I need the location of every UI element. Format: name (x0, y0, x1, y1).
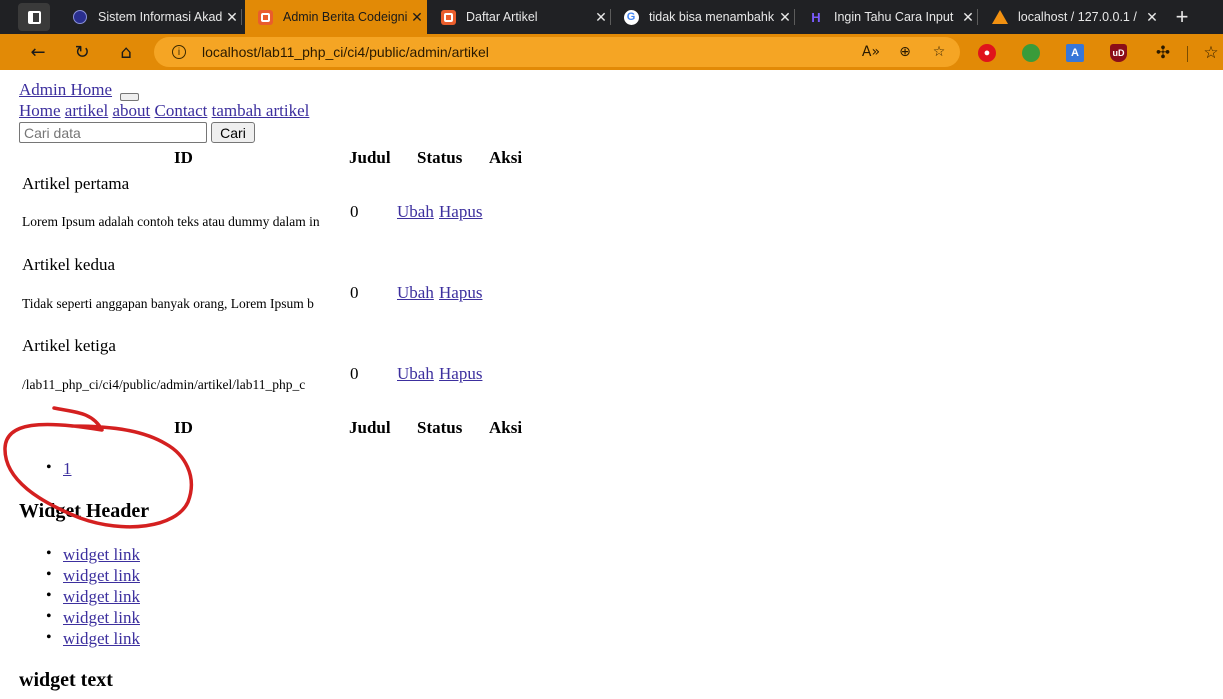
nav-artikel[interactable]: artikel (65, 101, 108, 120)
nav-contact[interactable]: Contact (155, 101, 208, 120)
browser-toolbar: ← ↻ ⌂ i localhost/lab11_php_ci/ci4/publi… (0, 34, 1223, 70)
close-icon[interactable]: ✕ (222, 9, 242, 26)
adblock-extension-icon[interactable]: ● (978, 44, 996, 62)
address-bar[interactable]: i localhost/lab11_php_ci/ci4/public/admi… (154, 37, 960, 67)
tab-title: Admin Berita Codeigni (283, 10, 407, 24)
annotation-circle-icon (3, 406, 194, 529)
delete-link[interactable]: Hapus (439, 202, 482, 222)
sia-icon (72, 9, 88, 25)
delete-link[interactable]: Hapus (439, 364, 482, 384)
tab-title: Ingin Tahu Cara Input (834, 10, 954, 24)
widget-link[interactable]: widget link (63, 566, 140, 585)
close-icon[interactable]: ✕ (407, 9, 427, 26)
reload-button[interactable]: ↻ (68, 39, 96, 65)
codeigniter-icon (440, 9, 456, 25)
widget-link-item: widget link (46, 629, 140, 649)
article-excerpt: Lorem Ipsum adalah contoh teks atau dumm… (22, 214, 320, 229)
close-icon[interactable]: ✕ (958, 9, 978, 26)
translate-extension-icon[interactable]: A (1066, 44, 1084, 62)
browser-tab-bar: Sistem Informasi Akad ✕ Admin Berita Cod… (0, 0, 1223, 34)
column-header-id: ID (174, 148, 193, 167)
browser-tab-hostinger[interactable]: H Ingin Tahu Cara Input ✕ (796, 0, 978, 34)
google-icon: G (623, 9, 639, 25)
footer-header-aksi: Aksi (489, 418, 523, 437)
article-status: 0 (350, 202, 359, 221)
article-status: 0 (350, 283, 359, 302)
menu-toggle-button[interactable] (120, 93, 139, 101)
article-title: Artikel kedua (22, 255, 115, 274)
tab-title: localhost / 127.0.0.1 / (1018, 10, 1137, 24)
close-icon[interactable]: ✕ (1142, 9, 1162, 26)
codeigniter-icon (257, 9, 273, 25)
column-header-judul: Judul (349, 148, 391, 167)
extensions-puzzle-icon[interactable]: ✣ (1152, 42, 1174, 64)
browser-tab-google[interactable]: G tidak bisa menambahk ✕ (611, 0, 795, 34)
article-title: Artikel ketiga (22, 336, 116, 355)
tab-title: Sistem Informasi Akad (98, 10, 222, 24)
edit-link[interactable]: Ubah (397, 283, 434, 303)
back-button[interactable]: ← (24, 39, 52, 65)
browser-tab-admin-berita[interactable]: Admin Berita Codeigni ✕ (245, 0, 427, 34)
close-icon[interactable]: ✕ (591, 9, 611, 26)
main-nav: Home artikel about Contact tambah artike… (19, 101, 309, 121)
footer-header-judul: Judul (349, 418, 391, 437)
article-excerpt: /lab11_php_ci/ci4/public/admin/artikel/l… (22, 377, 306, 392)
widget-text-title: widget text (19, 669, 113, 691)
article-title: Artikel pertama (22, 174, 130, 193)
column-header-status: Status (417, 148, 463, 167)
page-content: Admin Home Home artikel about Contact ta… (0, 70, 1223, 699)
edit-link[interactable]: Ubah (397, 364, 434, 384)
read-aloud-icon[interactable]: A» (858, 39, 884, 65)
widget-link[interactable]: widget link (63, 608, 140, 627)
back-arrow-icon: ← (30, 41, 46, 63)
delete-link[interactable]: Hapus (439, 283, 482, 303)
ublock-extension-icon[interactable]: uD (1110, 44, 1127, 62)
url-text[interactable]: localhost/lab11_php_ci/ci4/public/admin/… (202, 44, 858, 60)
home-icon: ⌂ (120, 41, 132, 63)
phpmyadmin-icon (992, 9, 1008, 25)
widget-link-item: widget link (46, 608, 140, 628)
tab-title: tidak bisa menambahk (649, 10, 775, 24)
hostinger-icon: H (811, 9, 821, 25)
widget-link[interactable]: widget link (63, 545, 140, 564)
site-title-link[interactable]: Admin Home (19, 80, 112, 100)
column-header-aksi: Aksi (489, 148, 523, 167)
reload-icon: ↻ (74, 41, 90, 63)
browser-tab-daftar-artikel[interactable]: Daftar Artikel ✕ (428, 0, 611, 34)
nav-home[interactable]: Home (19, 101, 61, 120)
tab-actions-menu-button[interactable] (18, 3, 50, 31)
widget-link[interactable]: widget link (63, 587, 140, 606)
nav-about[interactable]: about (112, 101, 150, 120)
site-info-icon[interactable]: i (172, 45, 186, 59)
globe-extension-icon[interactable] (1022, 44, 1040, 62)
nav-tambah-artikel[interactable]: tambah artikel (212, 101, 310, 120)
new-tab-button[interactable]: + (1170, 3, 1194, 31)
article-excerpt: Tidak seperti anggapan banyak orang, Lor… (22, 296, 314, 311)
close-icon[interactable]: ✕ (775, 9, 795, 26)
browser-tab-phpmyadmin[interactable]: localhost / 127.0.0.1 / ✕ (980, 0, 1162, 34)
widget-link-item: widget link (46, 587, 140, 607)
widget-link-item: widget link (46, 566, 140, 586)
tab-actions-icon (27, 10, 41, 24)
article-status: 0 (350, 364, 359, 383)
add-favorite-icon[interactable]: ☆ (926, 39, 952, 65)
tab-title: Daftar Artikel (466, 10, 538, 24)
zoom-icon[interactable]: ⊕ (892, 39, 918, 65)
edit-link[interactable]: Ubah (397, 202, 434, 222)
favorites-icon[interactable]: ☆ (1200, 42, 1222, 64)
search-input[interactable] (19, 122, 207, 143)
footer-header-status: Status (417, 418, 463, 437)
widget-link-item: widget link (46, 545, 140, 565)
search-button[interactable]: Cari (211, 122, 255, 143)
widget-link[interactable]: widget link (63, 629, 140, 648)
home-button[interactable]: ⌂ (112, 39, 140, 65)
browser-tab-sia[interactable]: Sistem Informasi Akad ✕ (60, 0, 242, 34)
